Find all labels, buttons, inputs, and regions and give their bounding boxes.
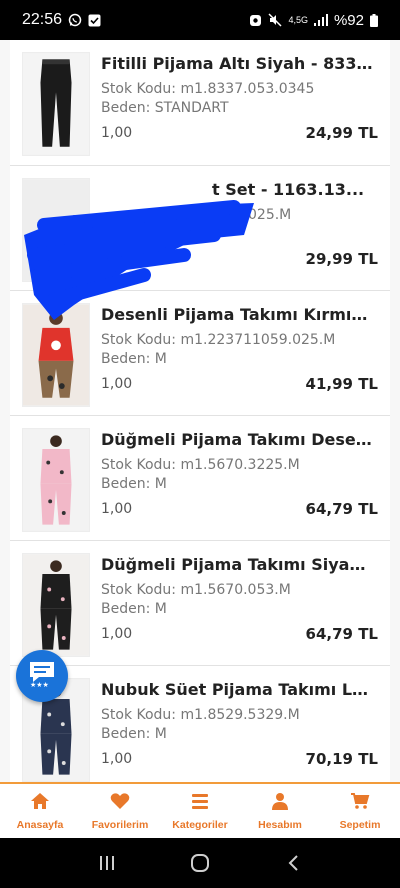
order-item[interactable]: Düğmeli Pijama Takımı Siyah - ... Stok K… <box>10 540 390 665</box>
cart-icon <box>350 792 370 814</box>
svg-text:★★★: ★★★ <box>30 681 49 688</box>
product-sku: Stok Kodu: m1.5670.053.M <box>101 582 291 598</box>
product-size: Beden: M <box>101 726 167 742</box>
product-quantity: 1,00 <box>101 501 133 517</box>
product-price: 64,79 TL <box>305 625 378 643</box>
product-quantity: 1,00 <box>101 751 133 767</box>
product-image[interactable] <box>22 52 90 156</box>
network-type: 4,5G <box>288 14 308 25</box>
nav-cart[interactable]: Sepetim <box>320 785 400 837</box>
product-price: 64,79 TL <box>305 500 378 518</box>
home-circle-icon[interactable] <box>180 843 220 883</box>
nav-favorites[interactable]: Favorilerim <box>80 785 160 837</box>
product-title[interactable]: Düğmeli Pijama Takımı Siyah - ... <box>101 555 373 574</box>
order-item[interactable]: Desenli Pijama Takımı Kırmızı - ... Stok… <box>10 290 390 415</box>
product-image[interactable] <box>22 178 90 282</box>
product-quantity: 1,00 <box>101 251 133 267</box>
product-sku: Stok Kodu: m1.8529.5329.M <box>101 707 300 723</box>
product-image[interactable] <box>22 553 90 657</box>
home-icon <box>30 792 50 814</box>
product-price: 29,99 TL <box>305 250 378 268</box>
back-icon[interactable] <box>273 843 313 883</box>
menu-icon <box>190 792 210 814</box>
battery-icon <box>370 13 378 27</box>
nav-categories[interactable]: Kategoriler <box>160 785 240 837</box>
product-title[interactable]: Nubuk Süet Pijama Takımı Laci... <box>101 680 373 699</box>
product-size: Beden: M <box>101 351 167 367</box>
product-price: 24,99 TL <box>305 124 378 142</box>
product-title[interactable]: Fitilli Pijama Altı Siyah - 8337.15... <box>101 54 373 73</box>
signal-icon <box>313 14 328 26</box>
battery-level: %92 <box>333 11 364 29</box>
nav-account[interactable]: Hesabım <box>240 785 320 837</box>
nav-home[interactable]: Anasayfa <box>0 785 80 837</box>
product-image[interactable] <box>22 428 90 532</box>
product-sku: Stok Kodu: m1.8337.053.0345 <box>101 81 315 97</box>
nav-label: Hesabım <box>258 818 302 831</box>
bottom-navigation: Anasayfa Favorilerim Kategoriler Hesabım… <box>0 782 400 838</box>
product-size: Beden: STANDART <box>101 100 229 116</box>
product-size: Beden: M <box>101 601 167 617</box>
product-size: Beden: M <box>101 476 167 492</box>
whatsapp-icon <box>68 13 82 27</box>
product-price: 41,99 TL <box>305 375 378 393</box>
user-icon <box>270 792 290 814</box>
product-quantity: 1,00 <box>101 125 133 141</box>
nav-label: Sepetim <box>339 818 381 831</box>
feedback-button[interactable]: ★★★ <box>16 650 68 702</box>
product-sku: 025.M <box>248 207 292 223</box>
alarm-icon <box>249 14 262 27</box>
product-title[interactable]: Düğmeli Pijama Takımı Desenli... <box>101 430 373 449</box>
order-item[interactable]: Düğmeli Pijama Takımı Desenli... Stok Ko… <box>10 415 390 540</box>
mute-icon <box>268 13 282 27</box>
product-price: 70,19 TL <box>305 750 378 768</box>
system-navigation-bar <box>0 838 400 888</box>
product-title[interactable]: Desenli Pijama Takımı Kırmızı - ... <box>101 305 373 324</box>
product-title[interactable]: t Set - 1163.13... <box>212 180 372 199</box>
nav-label: Anasayfa <box>16 818 64 831</box>
nav-label: Kategoriler <box>172 818 228 831</box>
product-quantity: 1,00 <box>101 626 133 642</box>
order-item[interactable]: t Set - 1163.13... 025.M Beden: M 1,00 2… <box>10 165 390 290</box>
nav-label: Favorilerim <box>91 818 149 831</box>
order-item[interactable]: Fitilli Pijama Altı Siyah - 8337.15... S… <box>10 40 390 165</box>
heart-icon <box>110 792 130 814</box>
product-image[interactable] <box>22 303 90 407</box>
status-time: 22:56 <box>22 11 63 28</box>
product-size: Beden: M <box>101 226 167 242</box>
status-bar: 22:56 4,5G %92 <box>0 0 400 40</box>
product-quantity: 1,00 <box>101 376 133 392</box>
check-square-icon <box>88 14 101 27</box>
product-sku: Stok Kodu: m1.223711059.025.M <box>101 332 336 348</box>
product-sku: Stok Kodu: m1.5670.3225.M <box>101 457 300 473</box>
chat-rating-icon: ★★★ <box>27 660 57 692</box>
recent-apps-icon[interactable] <box>87 843 127 883</box>
